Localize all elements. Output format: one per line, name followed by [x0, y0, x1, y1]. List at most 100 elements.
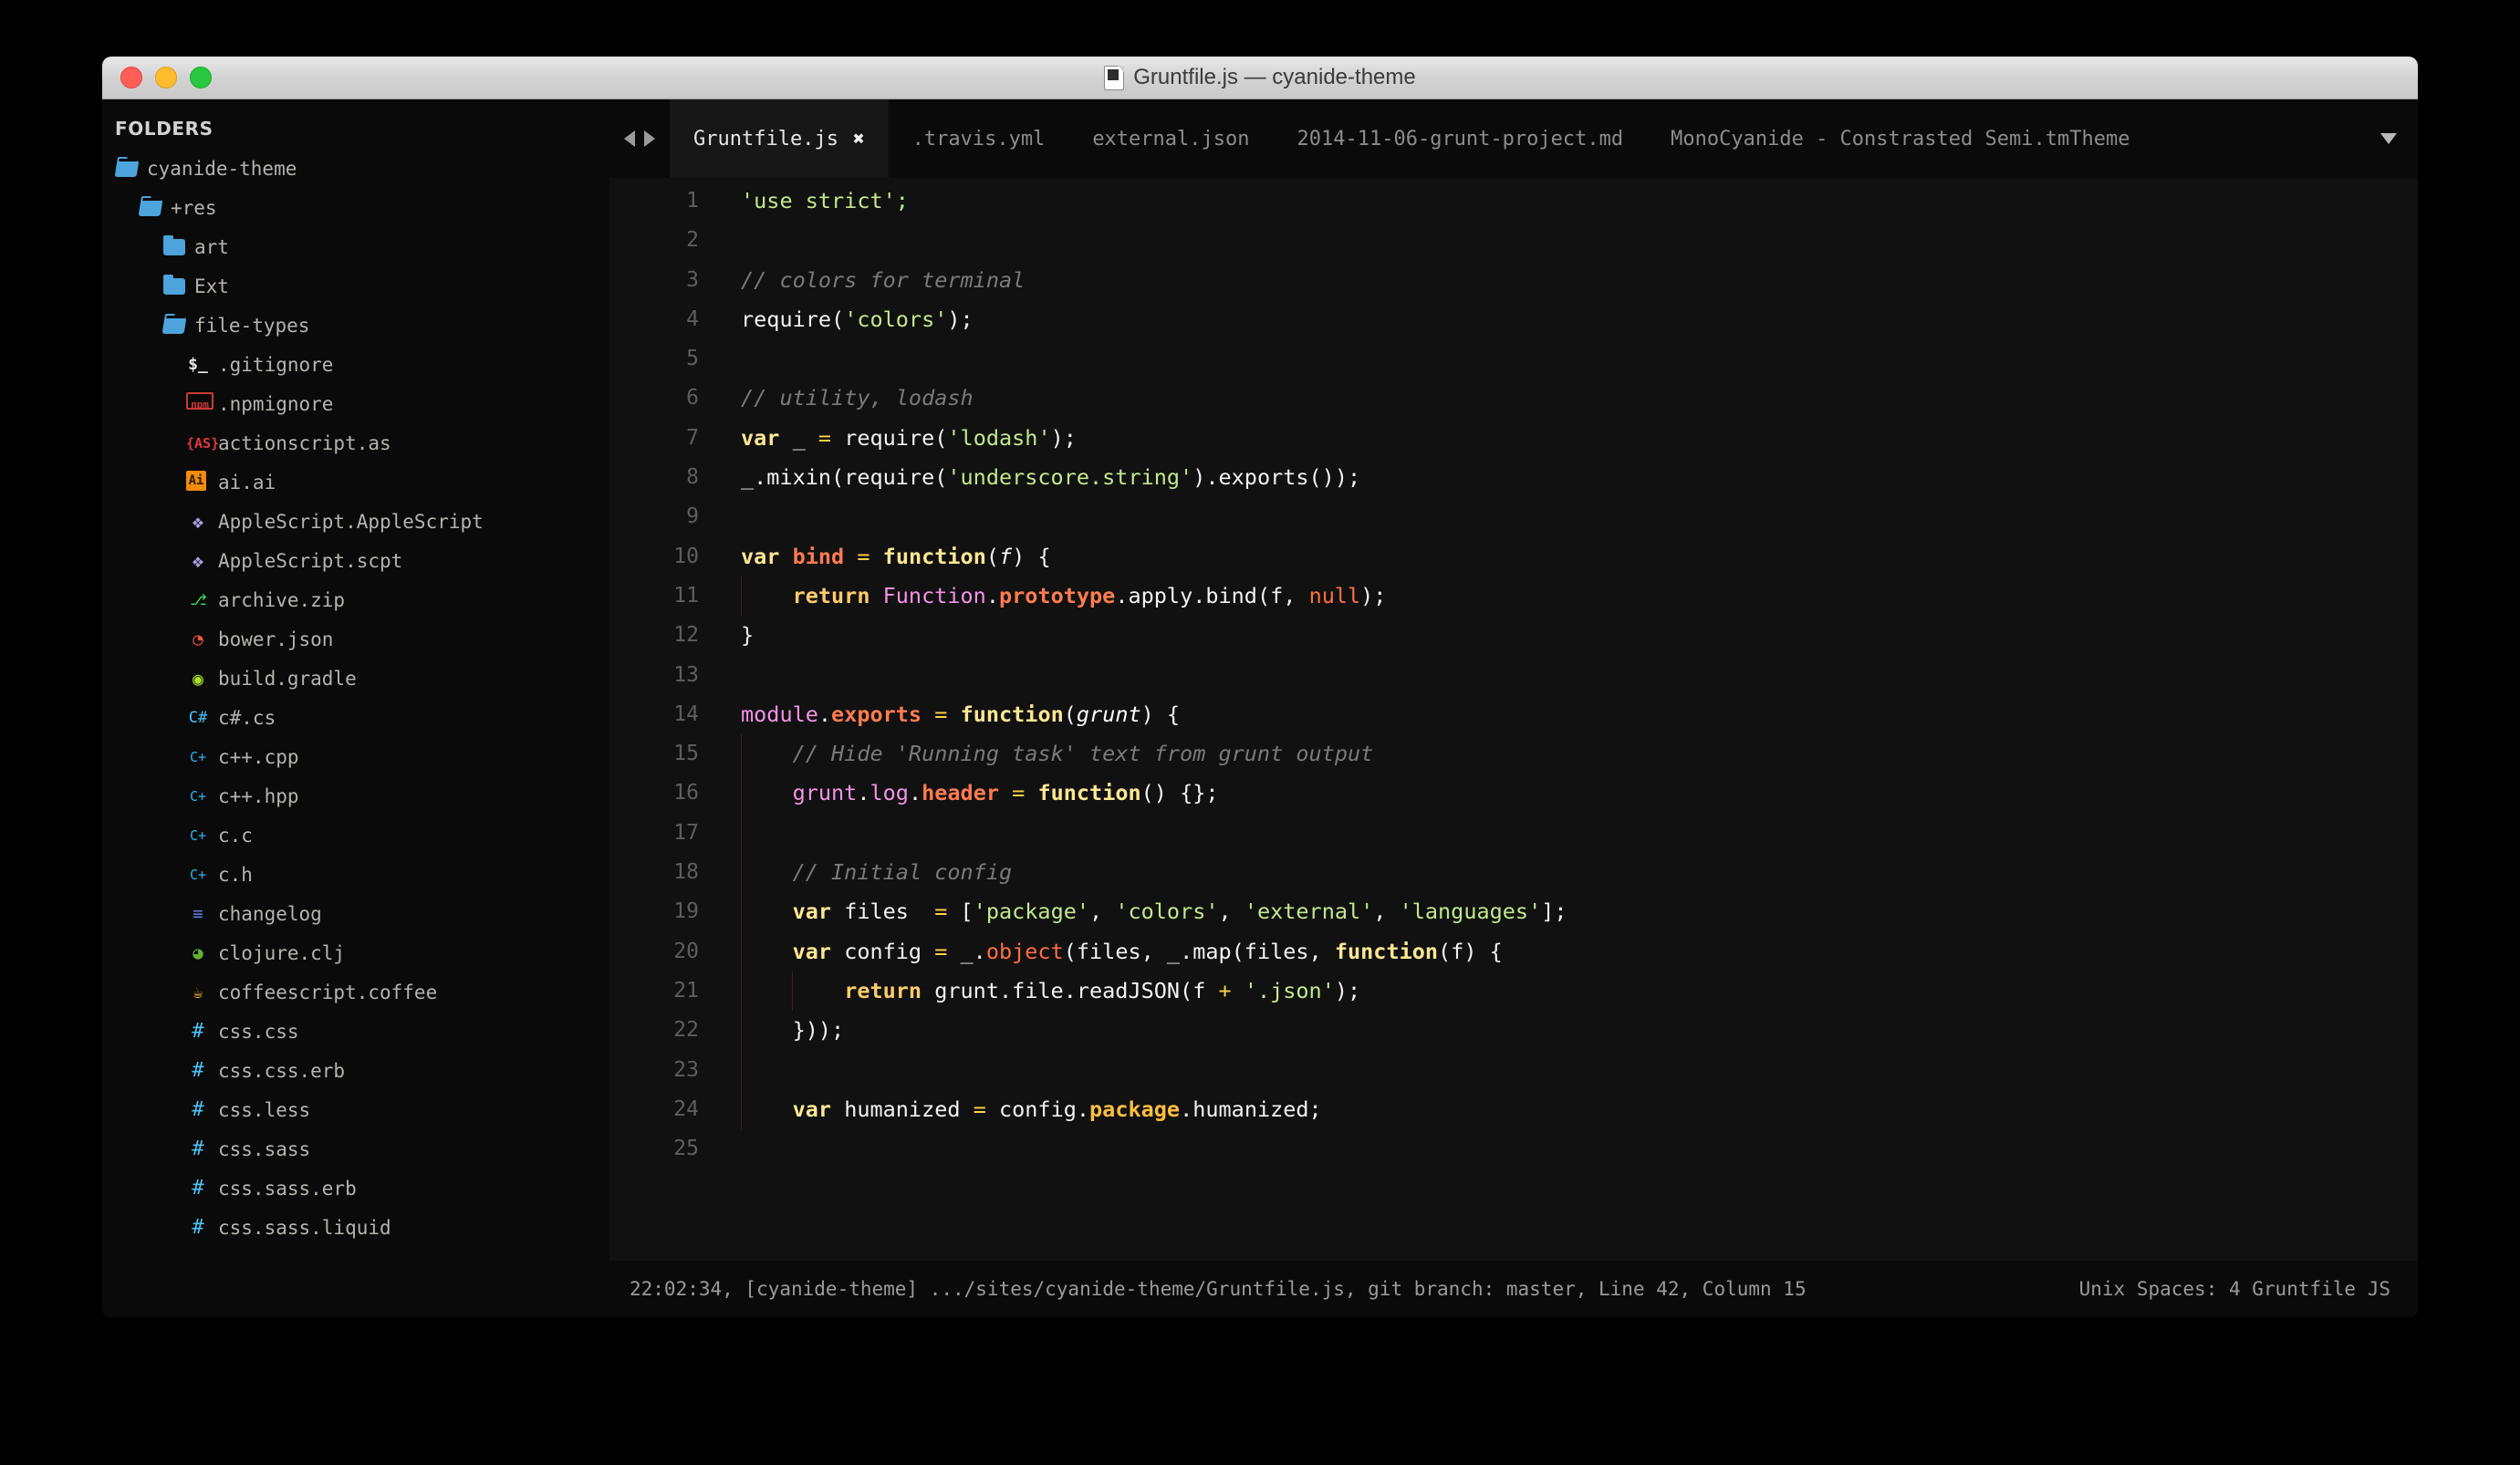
sidebar-item-label: c.h	[210, 864, 253, 886]
sidebar-item[interactable]: ◕clojure.clj	[102, 933, 609, 972]
close-tab-icon[interactable]: ✖	[853, 130, 865, 149]
code-token: ) {	[1141, 701, 1180, 727]
code-line[interactable]: var _ = require('lodash');	[741, 419, 2418, 458]
coffee-icon: ☕	[186, 981, 210, 1004]
sidebar-item[interactable]: C+c.h	[102, 855, 609, 894]
sidebar-item[interactable]: C+c++.hpp	[102, 776, 609, 816]
sidebar-item[interactable]: ⎇archive.zip	[102, 580, 609, 619]
sidebar-item[interactable]: ❖AppleScript.AppleScript	[102, 502, 609, 541]
code-token	[1025, 780, 1037, 805]
sidebar-item-label: css.sass.liquid	[210, 1217, 391, 1239]
tab-label: external.json	[1092, 128, 1249, 151]
code-line[interactable]	[741, 656, 2418, 695]
code-line[interactable]: module.exports = function(grunt) {	[741, 695, 2418, 734]
code-area[interactable]: 1234567891011121314151617181920212223242…	[609, 178, 2418, 1261]
code-line[interactable]: var humanized = config.package.humanized…	[741, 1090, 2418, 1129]
shell-icon: $_	[186, 353, 210, 377]
sidebar-item[interactable]: Ext	[102, 266, 609, 306]
code-content[interactable]: 'use strict'; // colors for terminal requ…	[715, 178, 2418, 1261]
code-token	[741, 939, 793, 964]
code-token: _	[779, 425, 817, 451]
code-token: grunt.file.readJSON(f	[922, 978, 1218, 1003]
tab-item[interactable]: external.json	[1068, 99, 1273, 178]
code-token: }));	[741, 1017, 844, 1043]
code-line[interactable]: return grunt.file.readJSON(f + '.json');	[741, 971, 2418, 1011]
status-right-text[interactable]: Unix Spaces: 4 Gruntfile JS	[2079, 1278, 2390, 1300]
window-body: FOLDERS cyanide-theme +resartExt file-type…	[102, 99, 2418, 1317]
sidebar-item[interactable]: C+c++.cpp	[102, 737, 609, 776]
chevron-left-icon[interactable]	[624, 130, 635, 147]
code-line[interactable]	[741, 497, 2418, 536]
sidebar-item[interactable]: #css.css	[102, 1012, 609, 1051]
css-icon: #	[186, 1059, 210, 1083]
sidebar-item[interactable]: #css.less	[102, 1090, 609, 1129]
tab-item[interactable]: MonoCyanide - Constrasted Semi.tmTheme	[1647, 99, 2153, 178]
line-number: 4	[609, 300, 699, 339]
sidebar-item-label: cyanide-theme	[139, 158, 297, 180]
code-token: ,	[1089, 899, 1115, 924]
sidebar-item[interactable]: C#c#.cs	[102, 698, 609, 737]
code-token: var	[793, 939, 831, 964]
sidebar-item[interactable]: #css.sass	[102, 1129, 609, 1169]
code-line[interactable]: 'use strict';	[741, 182, 2418, 221]
tab-item[interactable]: 2014-11-06-grunt-project.md	[1274, 99, 1648, 178]
tab-scroll-controls	[609, 99, 670, 178]
editor-pane: Gruntfile.js✖.travis.yml external.json 201…	[609, 99, 2418, 1317]
sidebar-item[interactable]: npm.npmignore	[102, 384, 609, 423]
sidebar-item[interactable]: cyanide-theme	[102, 149, 609, 188]
sidebar-item[interactable]: C+c.c	[102, 816, 609, 855]
clojure-icon: ◕	[186, 941, 210, 965]
code-line[interactable]: // Hide 'Running task' text from grunt o…	[741, 734, 2418, 774]
sidebar-item[interactable]: ◉build.gradle	[102, 659, 609, 698]
code-line[interactable]: var bind = function(f) {	[741, 537, 2418, 577]
code-line[interactable]: // Initial config	[741, 853, 2418, 892]
tab-active[interactable]: Gruntfile.js✖	[670, 99, 889, 178]
sidebar-item[interactable]: {AS}actionscript.as	[102, 423, 609, 462]
sidebar-item[interactable]: art	[102, 227, 609, 266]
sidebar-item-label: file-types	[186, 315, 309, 337]
sidebar-item[interactable]: ◔bower.json	[102, 619, 609, 659]
code-token: .apply.bind(f,	[1115, 583, 1308, 608]
sidebar-header: FOLDERS	[102, 114, 609, 149]
code-token: 'colors'	[844, 307, 947, 332]
code-token: function	[883, 544, 986, 569]
code-line[interactable]: // colors for terminal	[741, 261, 2418, 300]
css-icon: #	[186, 1098, 210, 1122]
code-line[interactable]: var config = _.object(files, _.map(files…	[741, 932, 2418, 971]
code-line[interactable]: require('colors');	[741, 300, 2418, 339]
sidebar-item-label: c.c	[210, 825, 253, 847]
code-line[interactable]	[741, 339, 2418, 379]
tab-overflow-menu-button[interactable]	[2359, 99, 2418, 178]
sidebar-item[interactable]: #css.sass.liquid	[102, 1208, 609, 1247]
code-line[interactable]	[741, 814, 2418, 853]
sidebar-item[interactable]: #css.css.erb	[102, 1051, 609, 1090]
status-bar: 22:02:34, [cyanide-theme] .../sites/cyan…	[609, 1261, 2418, 1317]
code-line[interactable]	[741, 1129, 2418, 1169]
sidebar-item[interactable]: ☕coffeescript.coffee	[102, 972, 609, 1012]
code-token: var	[793, 1096, 831, 1122]
code-line[interactable]	[741, 1051, 2418, 1090]
sidebar-item[interactable]: ≡changelog	[102, 894, 609, 933]
sidebar-item[interactable]: ❖AppleScript.scpt	[102, 541, 609, 580]
code-line[interactable]: return Function.prototype.apply.bind(f, …	[741, 577, 2418, 616]
code-token: // colors for terminal	[741, 267, 1025, 293]
sidebar-item[interactable]: +res	[102, 188, 609, 227]
tab-item[interactable]: .travis.yml	[889, 99, 1069, 178]
css-icon: #	[186, 1177, 210, 1200]
sidebar-item[interactable]: Aiai.ai	[102, 462, 609, 502]
code-line[interactable]: _.mixin(require('underscore.string').exp…	[741, 458, 2418, 497]
sidebar-item[interactable]: $_.gitignore	[102, 345, 609, 384]
code-token: // Hide 'Running task' text from grunt o…	[793, 741, 1374, 766]
code-line[interactable]: // utility, lodash	[741, 379, 2418, 418]
code-line[interactable]: grunt.log.header = function() {};	[741, 774, 2418, 813]
sidebar-item[interactable]: file-types	[102, 306, 609, 345]
sidebar-item[interactable]: #css.sass.erb	[102, 1169, 609, 1208]
code-line[interactable]	[741, 221, 2418, 260]
line-number-gutter: 1234567891011121314151617181920212223242…	[609, 178, 715, 1261]
code-token: ) {	[1012, 544, 1050, 569]
code-token: humanized	[831, 1096, 974, 1122]
code-line[interactable]: var files = ['package', 'colors', 'exter…	[741, 892, 2418, 931]
code-line[interactable]: }));	[741, 1011, 2418, 1050]
chevron-right-icon[interactable]	[644, 130, 655, 147]
code-line[interactable]: }	[741, 616, 2418, 655]
